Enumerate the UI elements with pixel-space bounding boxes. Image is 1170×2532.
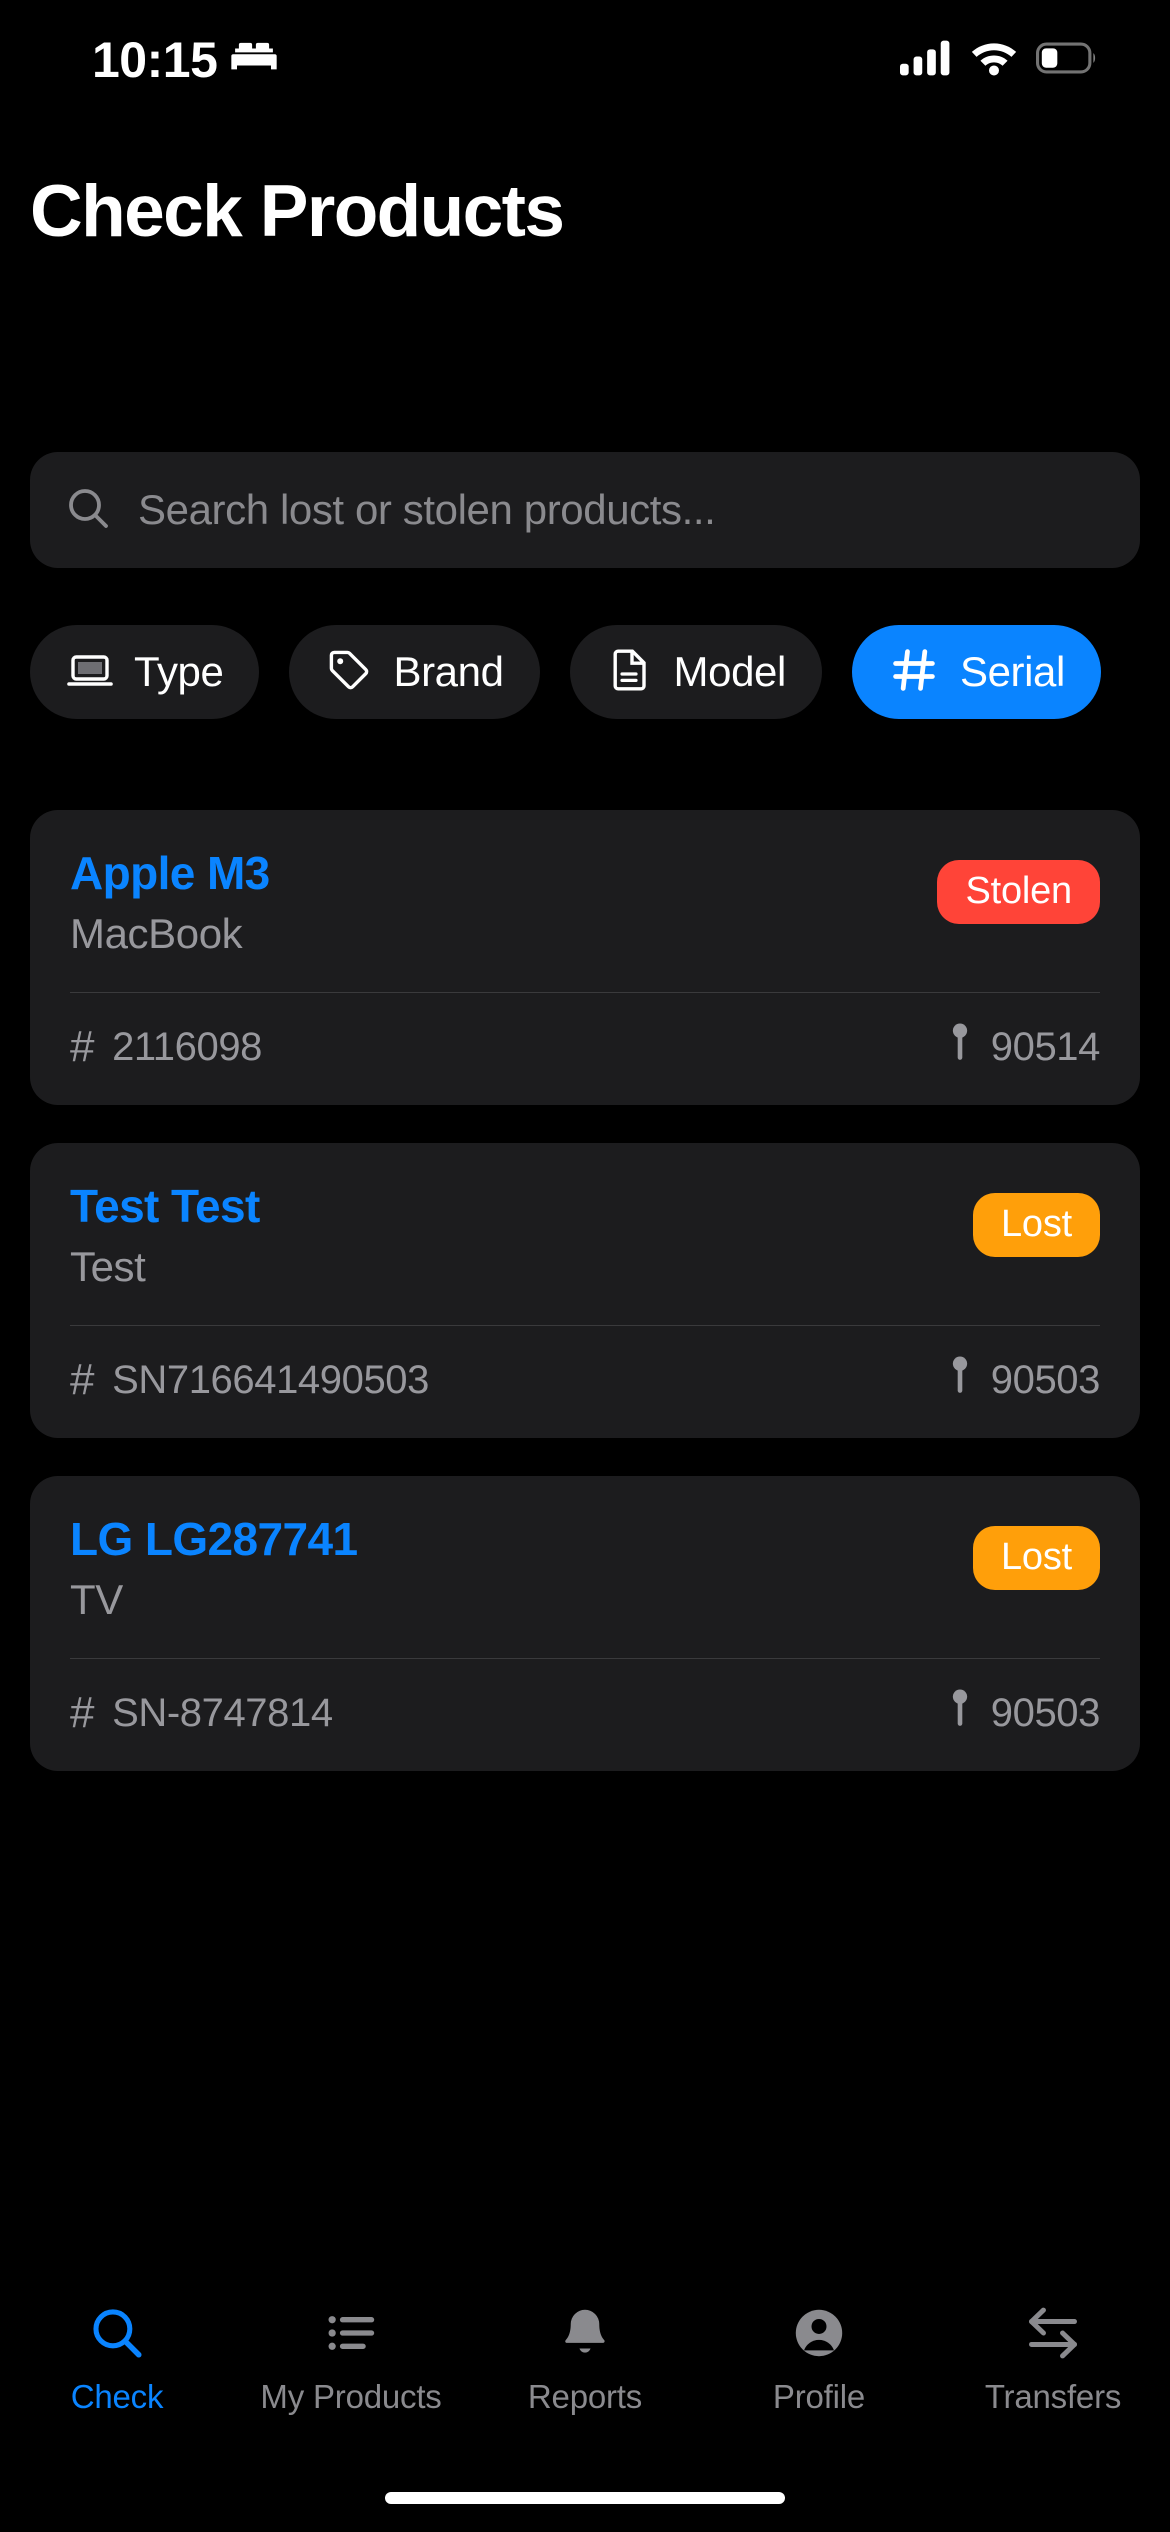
product-card[interactable]: LG LG287741 TV Lost # SN-8747814 90503 [30, 1476, 1140, 1771]
product-location: 90503 [947, 1354, 1100, 1406]
app-screen: 10:15 Check Products Search lost or stol… [0, 0, 1170, 2532]
product-card[interactable]: Apple M3 MacBook Stolen # 2116098 90514 [30, 810, 1140, 1105]
filter-chip-model[interactable]: Model [569, 625, 822, 719]
product-serial: # SN-8747814 [70, 1688, 333, 1738]
product-zip-value: 90503 [990, 1690, 1101, 1735]
product-card-header: LG LG287741 TV Lost [70, 1512, 1100, 1624]
battery-icon [1036, 42, 1098, 79]
product-card-titles: LG LG287741 TV [70, 1512, 973, 1624]
tab-label: Transfers [984, 2378, 1122, 2415]
hash-icon: # [70, 1688, 95, 1737]
search-input[interactable]: Search lost or stolen products... [30, 452, 1140, 568]
product-serial: # SN716641490503 [70, 1355, 429, 1405]
search-icon [88, 2302, 146, 2364]
laptop-icon [66, 646, 114, 699]
status-badge: Lost [972, 1526, 1100, 1590]
status-bar: 10:15 [0, 0, 1170, 120]
tab-label: Check [70, 2378, 164, 2415]
page-title: Check Products [30, 171, 565, 252]
status-bar-right [900, 40, 1098, 81]
map-pin-icon [947, 1354, 973, 1406]
product-serial-value: SN-8747814 [112, 1690, 333, 1735]
product-subtitle: TV [70, 1576, 123, 1623]
filter-chip-label: Type [134, 648, 224, 695]
product-location: 90514 [947, 1021, 1100, 1073]
product-subtitle: Test [70, 1243, 146, 1290]
document-icon [606, 646, 654, 699]
search-icon [64, 484, 112, 537]
product-card-meta: # 2116098 90514 [70, 1021, 1100, 1073]
tab-reports[interactable]: Reports [468, 2302, 702, 2416]
hash-icon: # [70, 1022, 95, 1071]
product-zip-value: 90514 [990, 1024, 1101, 1069]
home-indicator [385, 2492, 785, 2504]
map-pin-icon [947, 1021, 973, 1073]
product-card-meta: # SN716641490503 90503 [70, 1354, 1100, 1406]
tab-label: Reports [527, 2378, 643, 2415]
person-icon [790, 2302, 848, 2364]
product-list: Apple M3 MacBook Stolen # 2116098 90514 … [30, 810, 1140, 1809]
divider [70, 1658, 1100, 1659]
product-title: LG LG287741 [70, 1513, 358, 1565]
tab-check[interactable]: Check [0, 2302, 234, 2416]
hash-icon: # [70, 1355, 95, 1404]
product-card[interactable]: Test Test Test Lost # SN716641490503 905… [30, 1143, 1140, 1438]
product-subtitle: MacBook [70, 910, 243, 957]
bottom-tab-bar: Check My Products Reports Profile Transf… [0, 2290, 1170, 2440]
list-icon [322, 2302, 380, 2364]
cellular-signal-icon [900, 40, 952, 81]
tab-label: Profile [772, 2378, 866, 2415]
product-title: Test Test [70, 1180, 260, 1232]
status-bar-left: 10:15 [92, 31, 278, 89]
filter-chip-label: Brand [393, 648, 504, 695]
product-card-header: Test Test Test Lost [70, 1179, 1100, 1291]
filter-chip-serial[interactable]: Serial [851, 625, 1101, 719]
tab-label: My Products [260, 2378, 442, 2415]
bell-icon [556, 2302, 614, 2364]
filter-chip-brand[interactable]: Brand [289, 625, 540, 719]
status-bar-clock: 10:15 [92, 32, 218, 88]
tab-transfers[interactable]: Transfers [936, 2302, 1170, 2416]
wifi-icon [969, 40, 1019, 81]
hash-icon [888, 644, 940, 701]
tag-icon [325, 646, 373, 699]
transfer-arrows-icon [1022, 2302, 1084, 2364]
product-title: Apple M3 [70, 847, 270, 899]
product-card-meta: # SN-8747814 90503 [70, 1687, 1100, 1739]
filter-chip-label: Model [673, 648, 787, 695]
filter-chip-type[interactable]: Type [30, 625, 260, 719]
divider [70, 1325, 1100, 1326]
product-location: 90503 [947, 1687, 1100, 1739]
product-serial-value: 2116098 [112, 1024, 263, 1069]
tab-my-products[interactable]: My Products [234, 2302, 468, 2416]
status-badge: Stolen [937, 860, 1100, 924]
product-card-titles: Apple M3 MacBook [70, 846, 937, 958]
status-badge: Lost [972, 1193, 1100, 1257]
product-card-titles: Test Test Test [70, 1179, 973, 1291]
divider [70, 992, 1100, 993]
search-placeholder: Search lost or stolen products... [138, 486, 716, 533]
map-pin-icon [947, 1687, 973, 1739]
product-serial: # 2116098 [70, 1022, 262, 1072]
filter-chip-row[interactable]: Type Brand Model Serial [30, 624, 1170, 720]
product-card-header: Apple M3 MacBook Stolen [70, 846, 1100, 958]
tab-profile[interactable]: Profile [702, 2302, 936, 2416]
product-serial-value: SN716641490503 [112, 1357, 429, 1402]
bed-icon [231, 41, 278, 80]
filter-chip-label: Serial [959, 648, 1065, 695]
product-zip-value: 90503 [990, 1357, 1101, 1402]
